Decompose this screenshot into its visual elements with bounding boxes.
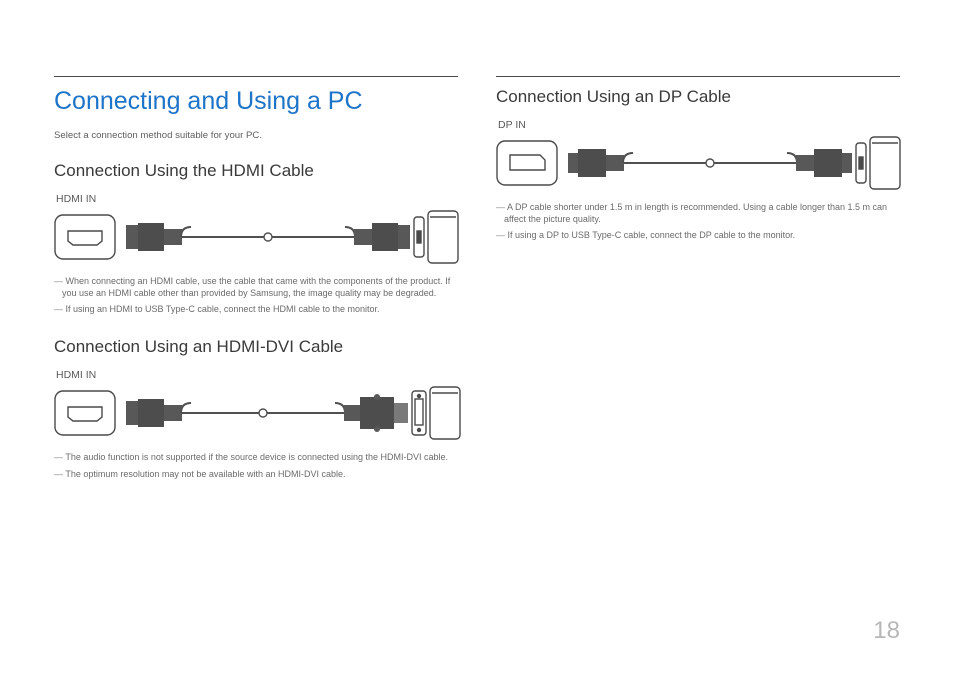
page-title: Connecting and Using a PC [54,87,458,116]
port-label-dp: DP IN [498,119,900,131]
heading-dp: Connection Using an DP Cable [496,87,900,107]
port-label-hdmi: HDMI IN [56,193,458,205]
note-dp-1: A DP cable shorter under 1.5 m in length… [496,201,900,225]
section-divider [496,76,900,77]
section-hdmi: Connection Using the HDMI Cable HDMI IN [54,161,458,315]
note-hdmi-1: When connecting an HDMI cable, use the c… [54,275,458,299]
figure-hdmi-cable [54,209,458,265]
figure-hdmi-dvi-cable [54,385,458,441]
port-label-hdmi-dvi: HDMI IN [56,369,458,381]
intro-text: Select a connection method suitable for … [54,130,458,141]
section-dp: Connection Using an DP Cable DP IN [496,87,900,241]
page-number: 18 [873,617,900,645]
section-hdmi-dvi: Connection Using an HDMI-DVI Cable HDMI … [54,337,458,479]
section-divider [54,76,458,77]
right-column: Connection Using an DP Cable DP IN [496,54,900,484]
note-hdmi-dvi-2: The optimum resolution may not be availa… [54,468,458,480]
figure-dp-cable [496,135,900,191]
heading-hdmi: Connection Using the HDMI Cable [54,161,458,181]
note-hdmi-2: If using an HDMI to USB Type-C cable, co… [54,303,458,315]
heading-hdmi-dvi: Connection Using an HDMI-DVI Cable [54,337,458,357]
note-hdmi-dvi-1: The audio function is not supported if t… [54,451,458,463]
note-dp-2: If using a DP to USB Type-C cable, conne… [496,229,900,241]
two-column-layout: Connecting and Using a PC Select a conne… [54,54,900,484]
left-column: Connecting and Using a PC Select a conne… [54,54,458,484]
manual-page: Connecting and Using a PC Select a conne… [0,0,954,675]
